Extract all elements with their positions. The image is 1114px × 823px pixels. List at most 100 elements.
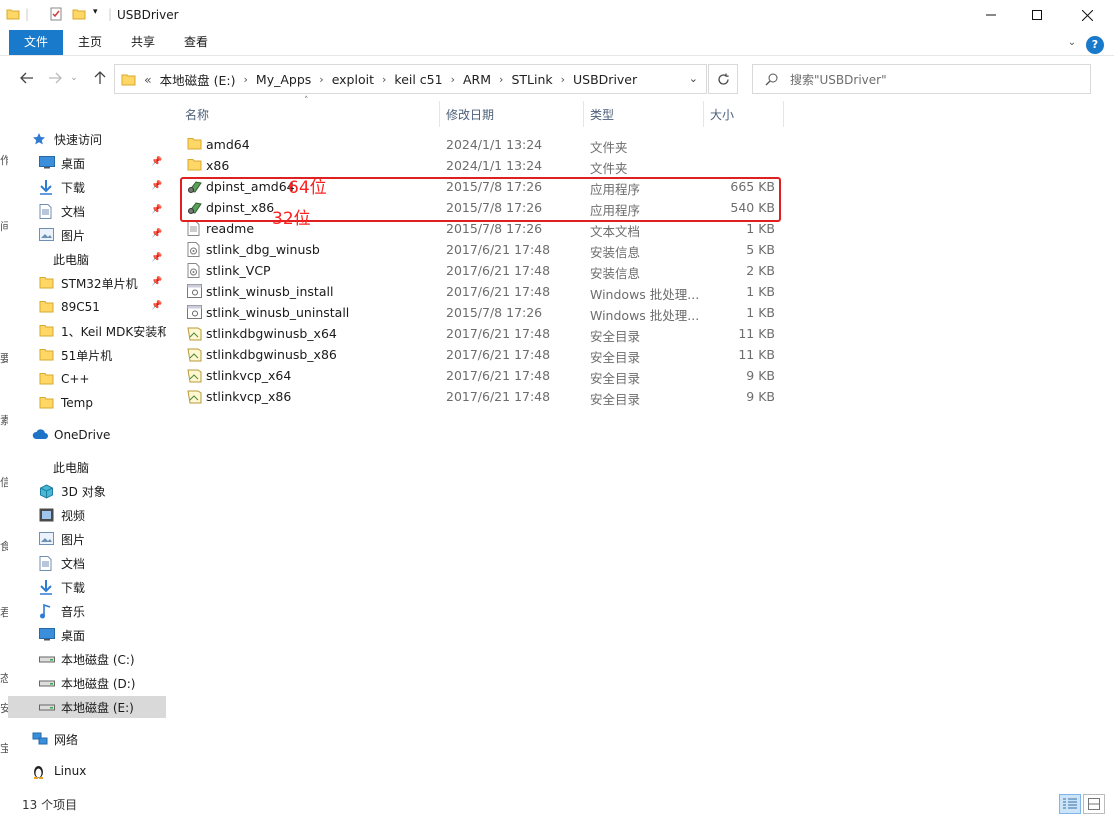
sidebar-item[interactable]: 图片 [8, 528, 166, 550]
close-button[interactable] [1060, 0, 1114, 30]
breadcrumb-separator-chevron-icon[interactable]: › [451, 73, 455, 86]
sidebar-item[interactable]: Temp [8, 392, 166, 414]
file-size: 5 KB [746, 242, 775, 257]
table-row[interactable]: stlinkdbgwinusb_x64 2017/6/21 17:48 安全目录 11… [180, 323, 780, 344]
quick-access-folder-icon[interactable] [6, 7, 20, 21]
table-row[interactable]: stlink_dbg_winusb 2017/6/21 17:48 安装信息 5 KB [180, 239, 780, 260]
tab-view[interactable]: 查看 [176, 30, 216, 55]
details-view-button[interactable] [1059, 794, 1081, 814]
expand-ribbon-chevron-icon[interactable]: ⌄ [1062, 30, 1082, 55]
sidebar-item[interactable]: 下载 [8, 576, 166, 598]
breadcrumb-overflow[interactable]: « [144, 72, 152, 87]
table-row[interactable]: amd64 2024/1/1 13:24 文件夹 [180, 134, 780, 155]
column-name-header[interactable]: 名称 [185, 101, 209, 127]
breadcrumb-separator-chevron-icon[interactable]: › [561, 73, 565, 86]
table-row[interactable]: x86 2024/1/1 13:24 文件夹 [180, 155, 780, 176]
breadcrumb-item[interactable]: exploit [332, 72, 374, 87]
sidebar-item[interactable]: 文档 [8, 552, 166, 574]
sidebar-item[interactable]: 51单片机 [8, 344, 166, 366]
breadcrumb-separator-chevron-icon[interactable]: › [244, 73, 248, 86]
maximize-button[interactable] [1014, 0, 1060, 30]
file-name: stlinkvcp_x64 [206, 368, 292, 383]
customize-toolbar-chevron-icon[interactable]: ▾ [93, 7, 98, 17]
refresh-button[interactable] [708, 64, 738, 94]
sidebar-item-label: 本地磁盘 (E:) [61, 700, 134, 715]
sidebar-item[interactable]: 本地磁盘 (D:) [8, 672, 166, 694]
breadcrumb-separator-chevron-icon[interactable]: › [382, 73, 386, 86]
pin-icon: 📌 [151, 277, 163, 287]
sidebar-item[interactable]: 桌面 [8, 624, 166, 646]
sidebar-item[interactable]: 网络 [8, 728, 166, 750]
sidebar-item[interactable]: 本地磁盘 (E:) [8, 696, 166, 718]
up-button[interactable] [90, 68, 110, 88]
search-input[interactable]: 搜索"USBDriver" [752, 64, 1091, 94]
breadcrumb-item[interactable]: 本地磁盘 (E:) [160, 70, 236, 89]
sidebar-item[interactable]: 此电脑 [8, 456, 166, 478]
recent-locations-chevron-icon[interactable]: ⌄ [68, 68, 80, 88]
sidebar-item[interactable]: 图片 📌 [8, 224, 166, 246]
sidebar-item[interactable]: 快速访问 [8, 128, 166, 150]
file-date: 2017/6/21 17:48 [446, 389, 551, 404]
column-date-header[interactable]: 修改日期 [446, 101, 494, 127]
catalog-icon [187, 368, 202, 383]
file-name: stlink_dbg_winusb [206, 242, 320, 257]
table-row[interactable]: stlink_winusb_uninstall 2015/7/8 17:26 Win… [180, 302, 780, 323]
sidebar-item[interactable]: OneDrive [8, 424, 166, 446]
forward-button[interactable] [45, 68, 65, 88]
sidebar-item-label: 下载 [61, 180, 86, 195]
sidebar-item[interactable]: 桌面 📌 [8, 152, 166, 174]
table-row[interactable]: stlinkvcp_x64 2017/6/21 17:48 安全目录 9 KB [180, 365, 780, 386]
properties-icon[interactable] [49, 7, 63, 21]
minimize-button[interactable] [968, 0, 1014, 30]
tab-home[interactable]: 主页 [70, 30, 110, 55]
breadcrumb-separator-chevron-icon[interactable]: › [319, 73, 323, 86]
table-row[interactable]: stlinkdbgwinusb_x86 2017/6/21 17:48 安全目录 11… [180, 344, 780, 365]
back-button[interactable] [17, 68, 37, 88]
tab-file[interactable]: 文件 [9, 30, 63, 55]
file-size: 9 KB [746, 368, 775, 383]
sidebar-item[interactable]: 本地磁盘 (C:) [8, 648, 166, 670]
help-icon[interactable]: ? [1086, 36, 1104, 54]
table-row[interactable]: stlinkvcp_x86 2017/6/21 17:48 安全目录 9 KB [180, 386, 780, 407]
large-icons-view-button[interactable] [1083, 794, 1105, 814]
sidebar-item[interactable]: 89C51 📌 [8, 296, 166, 318]
sidebar-item[interactable]: 音乐 [8, 600, 166, 622]
breadcrumb-item[interactable]: USBDriver [573, 72, 637, 87]
linux-icon [32, 764, 48, 779]
table-row[interactable]: stlink_VCP 2017/6/21 17:48 安装信息 2 KB [180, 260, 780, 281]
file-type: 安全目录 [590, 350, 641, 365]
breadcrumb-item[interactable]: STLink [511, 72, 552, 87]
column-type-header[interactable]: 类型 [590, 101, 614, 127]
sidebar-item[interactable]: 文档 📌 [8, 200, 166, 222]
column-divider[interactable] [439, 101, 440, 127]
batch-file-icon [187, 284, 202, 299]
sidebar-item[interactable]: Linux [8, 760, 166, 782]
sidebar-item-label: 文档 [61, 556, 86, 571]
breadcrumb-item[interactable]: My_Apps [256, 72, 311, 87]
network-icon [32, 732, 48, 746]
address-history-chevron-icon[interactable]: ⌄ [689, 72, 698, 85]
file-name: amd64 [206, 137, 250, 152]
breadcrumb-item[interactable]: keil c51 [394, 72, 442, 87]
column-divider[interactable] [583, 101, 584, 127]
file-size: 1 KB [746, 221, 775, 236]
sidebar-item[interactable]: 下载 📌 [8, 176, 166, 198]
sidebar-item-label: STM32单片机 [61, 276, 138, 291]
sidebar-item[interactable]: 视频 [8, 504, 166, 526]
table-row[interactable]: stlink_winusb_install 2017/6/21 17:48 Wind… [180, 281, 780, 302]
column-divider[interactable] [783, 101, 784, 127]
breadcrumb-separator-chevron-icon[interactable]: › [499, 73, 503, 86]
sidebar-item-label: 网络 [54, 732, 79, 747]
address-bar[interactable]: « 本地磁盘 (E:) › My_Apps › exploit › keil c51 › ARM… [114, 64, 707, 94]
column-size-header[interactable]: 大小 [710, 101, 734, 127]
new-folder-icon[interactable] [72, 7, 86, 21]
sidebar-item-label: 本地磁盘 (C:) [61, 652, 135, 667]
sidebar-item[interactable]: STM32单片机 📌 [8, 272, 166, 294]
sidebar-item[interactable]: 此电脑 📌 [8, 248, 166, 270]
column-divider[interactable] [703, 101, 704, 127]
sidebar-item[interactable]: C++ [8, 368, 166, 390]
sidebar-item[interactable]: 3D 对象 [8, 480, 166, 502]
breadcrumb-item[interactable]: ARM [463, 72, 491, 87]
tab-share[interactable]: 共享 [123, 30, 163, 55]
sidebar-item[interactable]: 1、Keil MDK安装和 [8, 320, 166, 342]
